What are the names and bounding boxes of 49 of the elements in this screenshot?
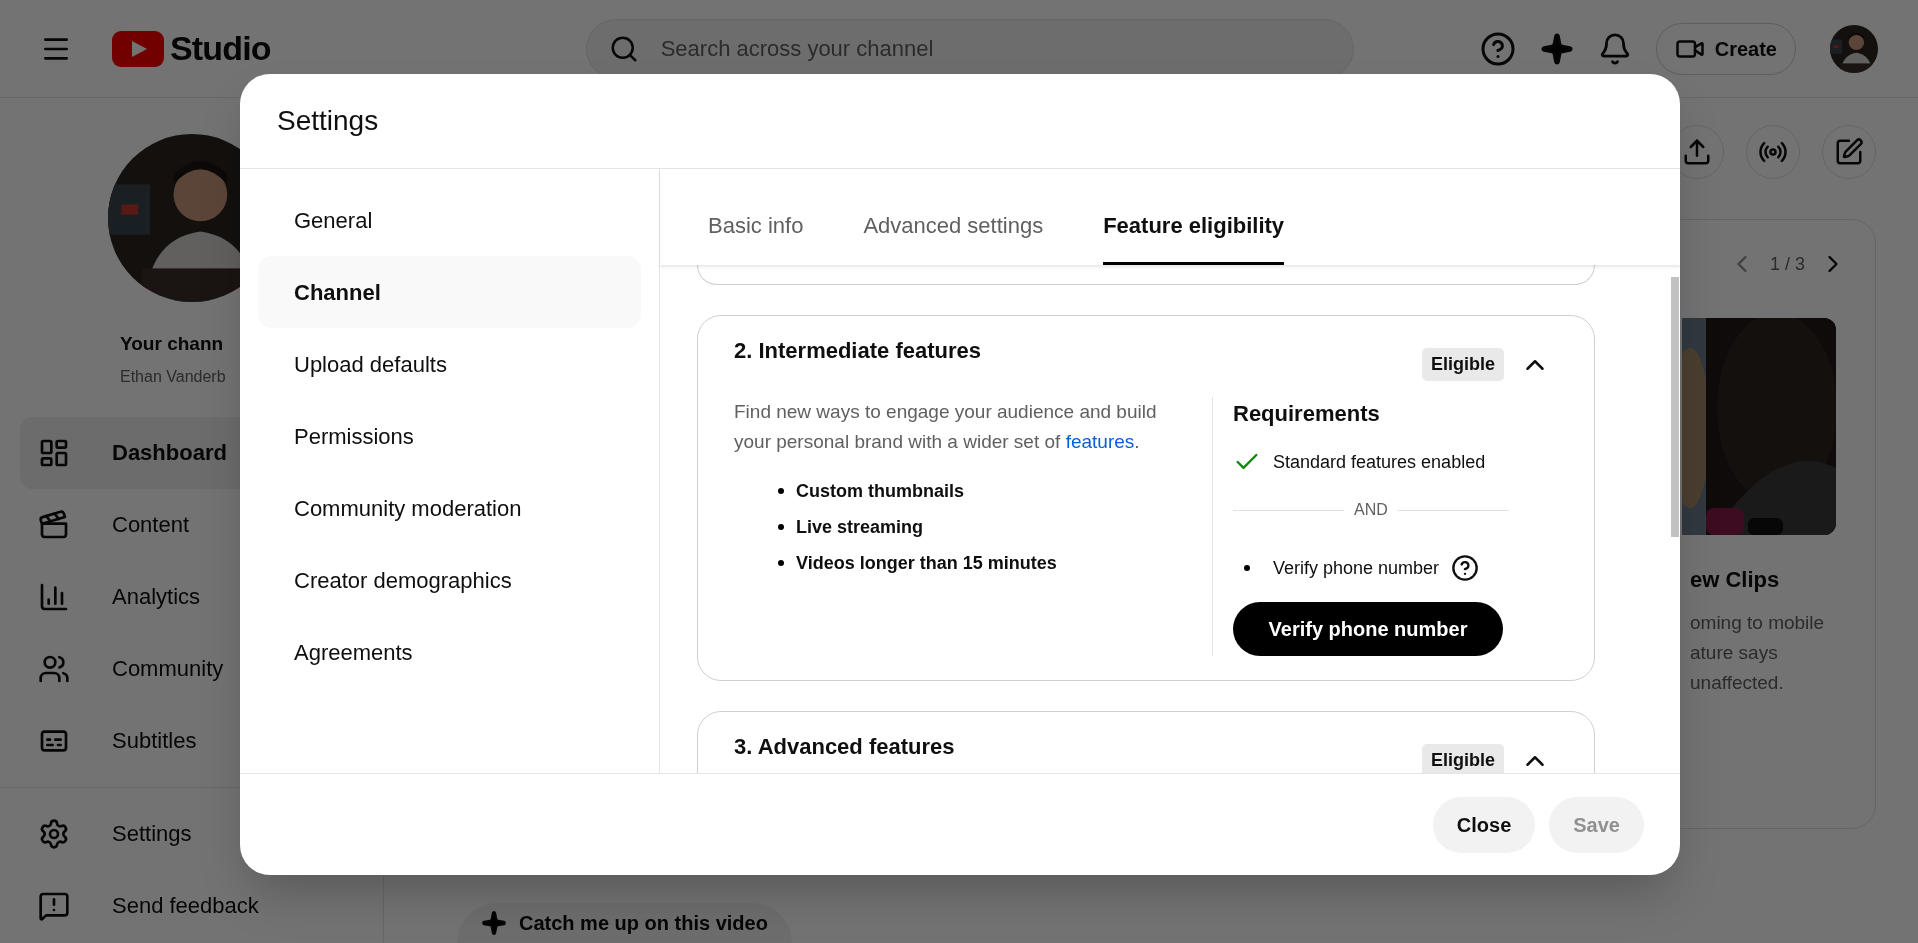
card-title: 3. Advanced features xyxy=(734,733,955,761)
logo-text: Studio xyxy=(170,28,271,69)
card-text: oming to mobile xyxy=(1690,611,1826,635)
video-library-icon xyxy=(38,508,70,541)
feature-item: Live streaming xyxy=(796,515,924,539)
sidebar-item[interactable]: Settings xyxy=(20,797,363,870)
requirement-text: Verify phone number xyxy=(1273,556,1440,580)
bullet-icon xyxy=(778,524,784,530)
settings-icon xyxy=(38,817,70,850)
status-badge: Eligible xyxy=(1422,744,1504,773)
nav-item[interactable]: Creator demographics xyxy=(258,544,641,616)
nav-item[interactable]: General xyxy=(258,184,641,256)
nav-item[interactable]: Agreements xyxy=(258,616,641,688)
feature-item: Custom thumbnails xyxy=(796,479,964,503)
requirement-text: Standard features enabled xyxy=(1273,450,1486,474)
tab[interactable]: Advanced settings xyxy=(863,209,1044,265)
catch-up-button[interactable]: Catch me up on this video xyxy=(457,903,792,943)
verify-phone-button[interactable]: Verify phone number xyxy=(1233,602,1503,656)
bullet-icon xyxy=(778,488,784,494)
card-title: 2. Intermediate features xyxy=(734,337,981,365)
scrollbar-thumb[interactable] xyxy=(1671,277,1679,537)
channel-name: Ethan Vanderb xyxy=(120,366,226,387)
nav-item[interactable]: Upload defaults xyxy=(258,328,641,400)
channel-title: Your chann xyxy=(120,332,224,356)
separator-text: AND xyxy=(1354,500,1388,520)
pager-text: 1 / 3 xyxy=(1769,252,1805,276)
close-button[interactable]: Close xyxy=(1432,796,1536,853)
features-link[interactable]: features xyxy=(1065,431,1135,452)
requirements-title: Requirements xyxy=(1233,400,1381,428)
card-title: ew Clips xyxy=(1690,566,1781,594)
card-text: unaffected. xyxy=(1690,671,1785,695)
search-input[interactable]: Search across your channel xyxy=(660,32,1331,65)
sidebar-item[interactable]: Send feedback xyxy=(20,869,363,942)
upload-icon xyxy=(1682,137,1712,167)
tab[interactable]: Feature eligibility xyxy=(1103,209,1285,265)
card-text: ature says xyxy=(1690,641,1779,665)
logo-icon xyxy=(112,30,164,67)
edit-icon xyxy=(1834,137,1864,167)
help-icon[interactable] xyxy=(1451,554,1480,582)
bullet-icon xyxy=(778,560,784,566)
status-badge: Eligible xyxy=(1422,348,1504,381)
sparkle-icon[interactable] xyxy=(1539,31,1574,66)
nav-item[interactable]: Channel xyxy=(258,256,641,328)
tab[interactable]: Basic info xyxy=(708,209,804,265)
sparkle-icon xyxy=(481,910,507,936)
feature-item: Videos longer than 15 minutes xyxy=(796,551,1057,575)
sidebar-item[interactable]: Subtitles xyxy=(20,704,363,777)
dialog-title: Settings xyxy=(277,104,379,138)
description-text: Find new ways to engage your audience and build your personal brand with a wider set of features. xyxy=(734,400,1158,454)
